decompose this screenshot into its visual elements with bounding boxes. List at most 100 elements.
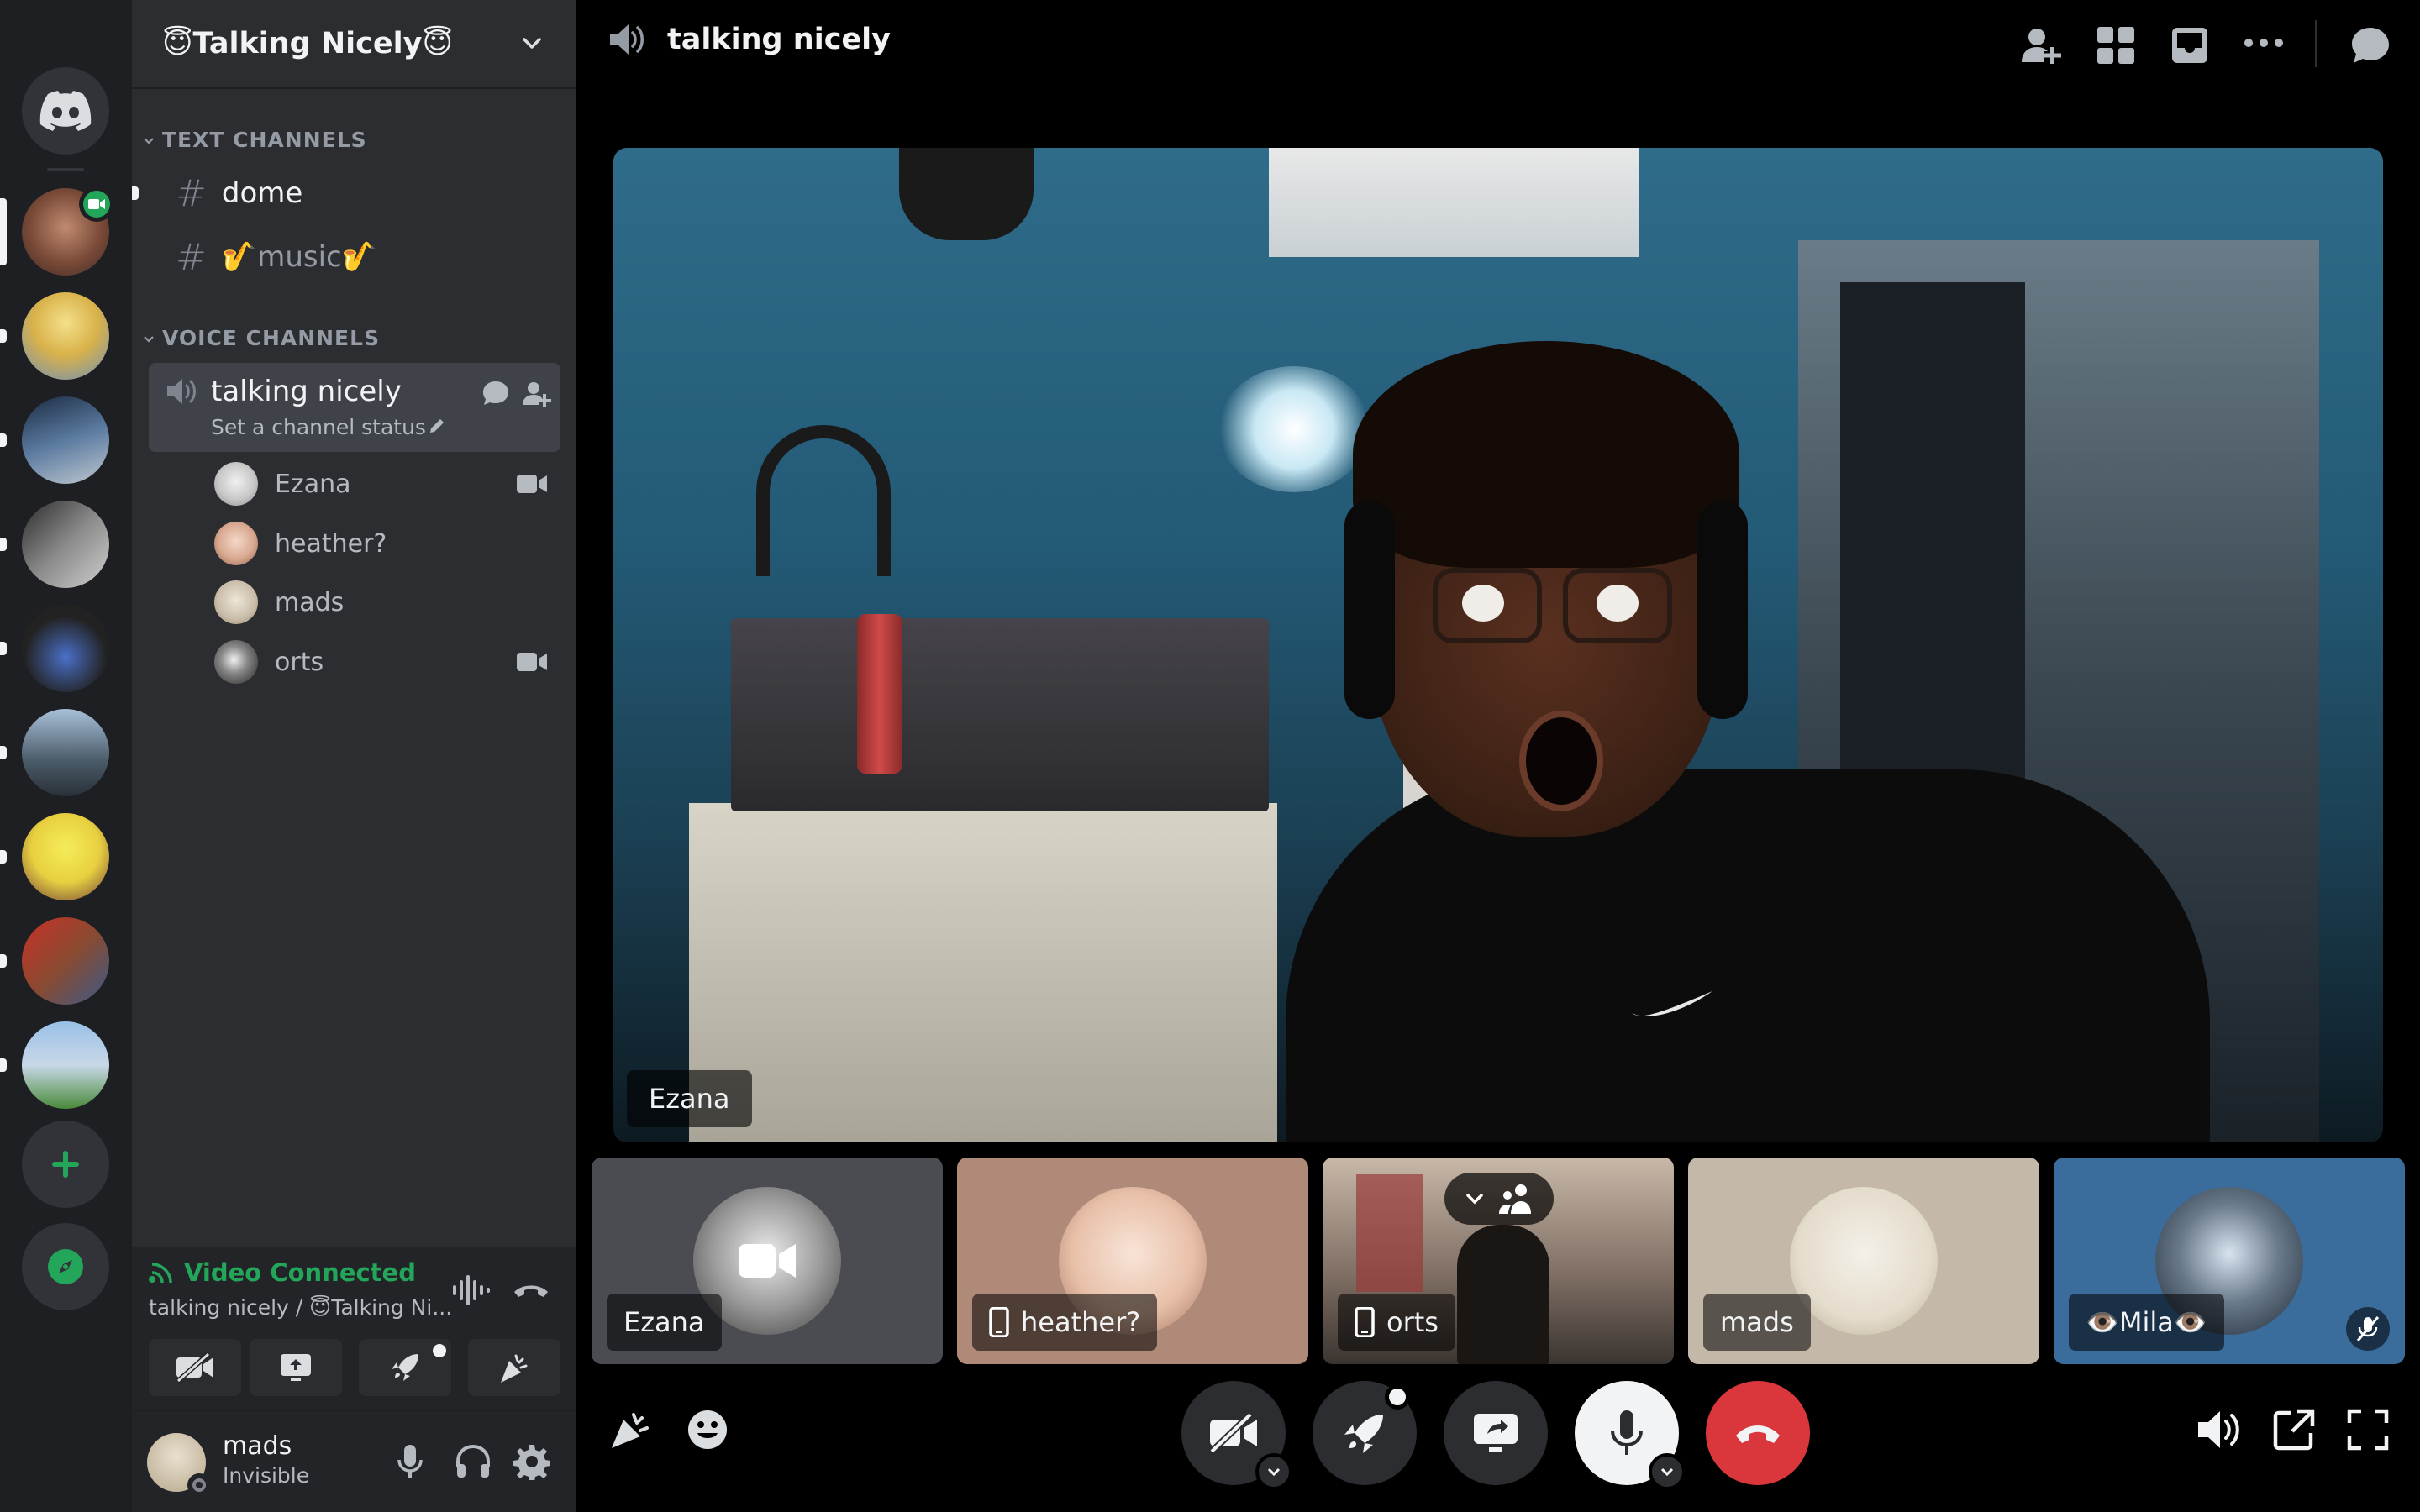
category-label: TEXT CHANNELS — [162, 128, 367, 152]
invite-member-icon[interactable] — [522, 380, 552, 408]
microphone-icon[interactable] — [396, 1443, 424, 1480]
server-rail — [0, 0, 132, 1512]
unread-indicator — [0, 538, 7, 551]
voice-status-label: Video Connected — [184, 1258, 416, 1287]
participant-tile[interactable]: Ezana — [592, 1158, 943, 1364]
disconnect-button[interactable] — [1706, 1381, 1810, 1485]
headphones-icon[interactable] — [455, 1443, 492, 1480]
disconnect-icon[interactable] — [512, 1272, 550, 1309]
volume-icon[interactable] — [2196, 1408, 2244, 1452]
microphone-button[interactable] — [1575, 1381, 1686, 1490]
screen-share-icon — [1474, 1414, 1518, 1452]
server-icon[interactable] — [22, 292, 109, 380]
headphone-right — [1697, 501, 1748, 719]
hang-up-icon — [1736, 1425, 1780, 1443]
speaker-icon — [167, 379, 196, 404]
category-text-channels[interactable]: TEXT CHANNELS — [142, 128, 367, 152]
participant-tile[interactable]: mads — [1688, 1158, 2039, 1364]
user-status: Invisible — [223, 1463, 310, 1488]
voice-channel-talking-nicely[interactable]: talking nicely Set a channel status — [149, 363, 560, 452]
channel-sidebar: 😇Talking Nicely😇 TEXT CHANNELS # dome # … — [132, 0, 576, 1512]
voice-location[interactable]: talking nicely / 😇Talking Ni... — [149, 1295, 452, 1320]
channel-name: dome — [221, 176, 303, 210]
rail-separator — [47, 168, 84, 171]
home-button[interactable] — [22, 67, 109, 155]
add-server-button[interactable] — [22, 1121, 109, 1208]
channel-name: 🎷music🎷 — [221, 240, 378, 274]
person-torso — [1286, 769, 2210, 1142]
muted-microphone-icon — [2356, 1316, 2380, 1341]
server-icon[interactable] — [22, 813, 109, 900]
pencil-icon[interactable] — [428, 417, 446, 435]
server-icon[interactable] — [22, 709, 109, 796]
focused-video[interactable]: Ezana — [613, 148, 2383, 1142]
chat-bubble-icon[interactable] — [481, 380, 510, 407]
microphone-options-caret[interactable] — [1649, 1453, 1686, 1490]
mobile-phone-icon — [1355, 1307, 1375, 1337]
add-friend-icon[interactable] — [2020, 25, 2064, 66]
avatar — [214, 640, 258, 684]
voice-status[interactable]: Video Connected — [149, 1258, 416, 1287]
person-hair — [1353, 341, 1739, 568]
soundboard-icon — [501, 1354, 528, 1383]
fullscreen-icon[interactable] — [2346, 1408, 2390, 1452]
server-icon[interactable] — [22, 605, 109, 692]
soundboard-button[interactable] — [468, 1339, 560, 1396]
headphone-left — [1344, 501, 1395, 719]
settings-gear-icon[interactable] — [513, 1443, 550, 1480]
voice-member[interactable]: orts — [214, 636, 560, 688]
popout-icon[interactable] — [2272, 1408, 2316, 1452]
more-options-icon[interactable] — [2244, 37, 2284, 49]
server-name: 😇Talking Nicely😇 — [162, 27, 453, 60]
activity-button[interactable] — [1313, 1381, 1417, 1485]
screen-share-button[interactable] — [250, 1339, 342, 1396]
chat-bubble-icon[interactable] — [2349, 25, 2391, 66]
headphones-on-wall — [756, 425, 891, 576]
voice-member[interactable]: mads — [214, 576, 560, 628]
server-icon[interactable] — [22, 396, 109, 484]
member-name: orts — [275, 647, 324, 677]
camera-toggle-button[interactable] — [1181, 1381, 1292, 1490]
voice-member[interactable]: Ezana — [214, 458, 560, 510]
server-icon[interactable] — [22, 1021, 109, 1109]
server-icon[interactable] — [22, 917, 109, 1005]
participant-tile[interactable]: orts — [1323, 1158, 1674, 1364]
member-name: mads — [275, 587, 345, 617]
participant-tile[interactable]: 👁️Mila👁️ — [2054, 1158, 2405, 1364]
chevron-down-icon[interactable] — [519, 30, 544, 55]
desk-items — [731, 618, 1269, 811]
call-view: talking nicely Ezana Ezana heather? orts… — [576, 0, 2420, 1512]
participants-icon[interactable] — [1497, 1182, 1534, 1215]
server-header[interactable]: 😇Talking Nicely😇 — [132, 0, 576, 89]
category-voice-channels[interactable]: VOICE CHANNELS — [142, 326, 380, 350]
user-panel: mads Invisible — [132, 1411, 576, 1512]
channel-music[interactable]: # 🎷music🎷 — [149, 230, 560, 284]
grid-layout-icon[interactable] — [2096, 25, 2136, 66]
inbox-icon[interactable] — [2170, 25, 2210, 66]
camera-off-icon — [1209, 1413, 1257, 1453]
username[interactable]: mads — [223, 1431, 292, 1461]
chevron-down-icon[interactable] — [1464, 1188, 1486, 1210]
channel-dome[interactable]: # dome — [149, 166, 560, 220]
discover-button[interactable] — [22, 1223, 109, 1310]
tile-name-label: mads — [1703, 1294, 1811, 1351]
soundboard-icon[interactable] — [608, 1408, 652, 1452]
channel-status-placeholder[interactable]: Set a channel status — [211, 415, 426, 439]
toolbar-divider — [2315, 20, 2317, 67]
tile-controls[interactable] — [1444, 1173, 1554, 1225]
hat-on-wall — [899, 148, 1034, 240]
noise-suppression-icon[interactable] — [451, 1272, 490, 1309]
voice-member[interactable]: heather? — [214, 517, 560, 570]
activity-button[interactable] — [359, 1339, 451, 1396]
chevron-down-icon — [144, 137, 154, 144]
screen-share-button[interactable] — [1444, 1381, 1548, 1485]
camera-options-caret[interactable] — [1255, 1453, 1292, 1490]
server-icon[interactable] — [22, 501, 109, 588]
screen-share-icon — [281, 1354, 311, 1381]
unread-indicator — [0, 329, 7, 343]
camera-toggle-button[interactable] — [149, 1339, 241, 1396]
participant-tile[interactable]: heather? — [957, 1158, 1308, 1364]
eye-left — [1462, 585, 1504, 622]
emoji-icon[interactable] — [686, 1408, 729, 1452]
person-silhouette — [1457, 1225, 1549, 1364]
